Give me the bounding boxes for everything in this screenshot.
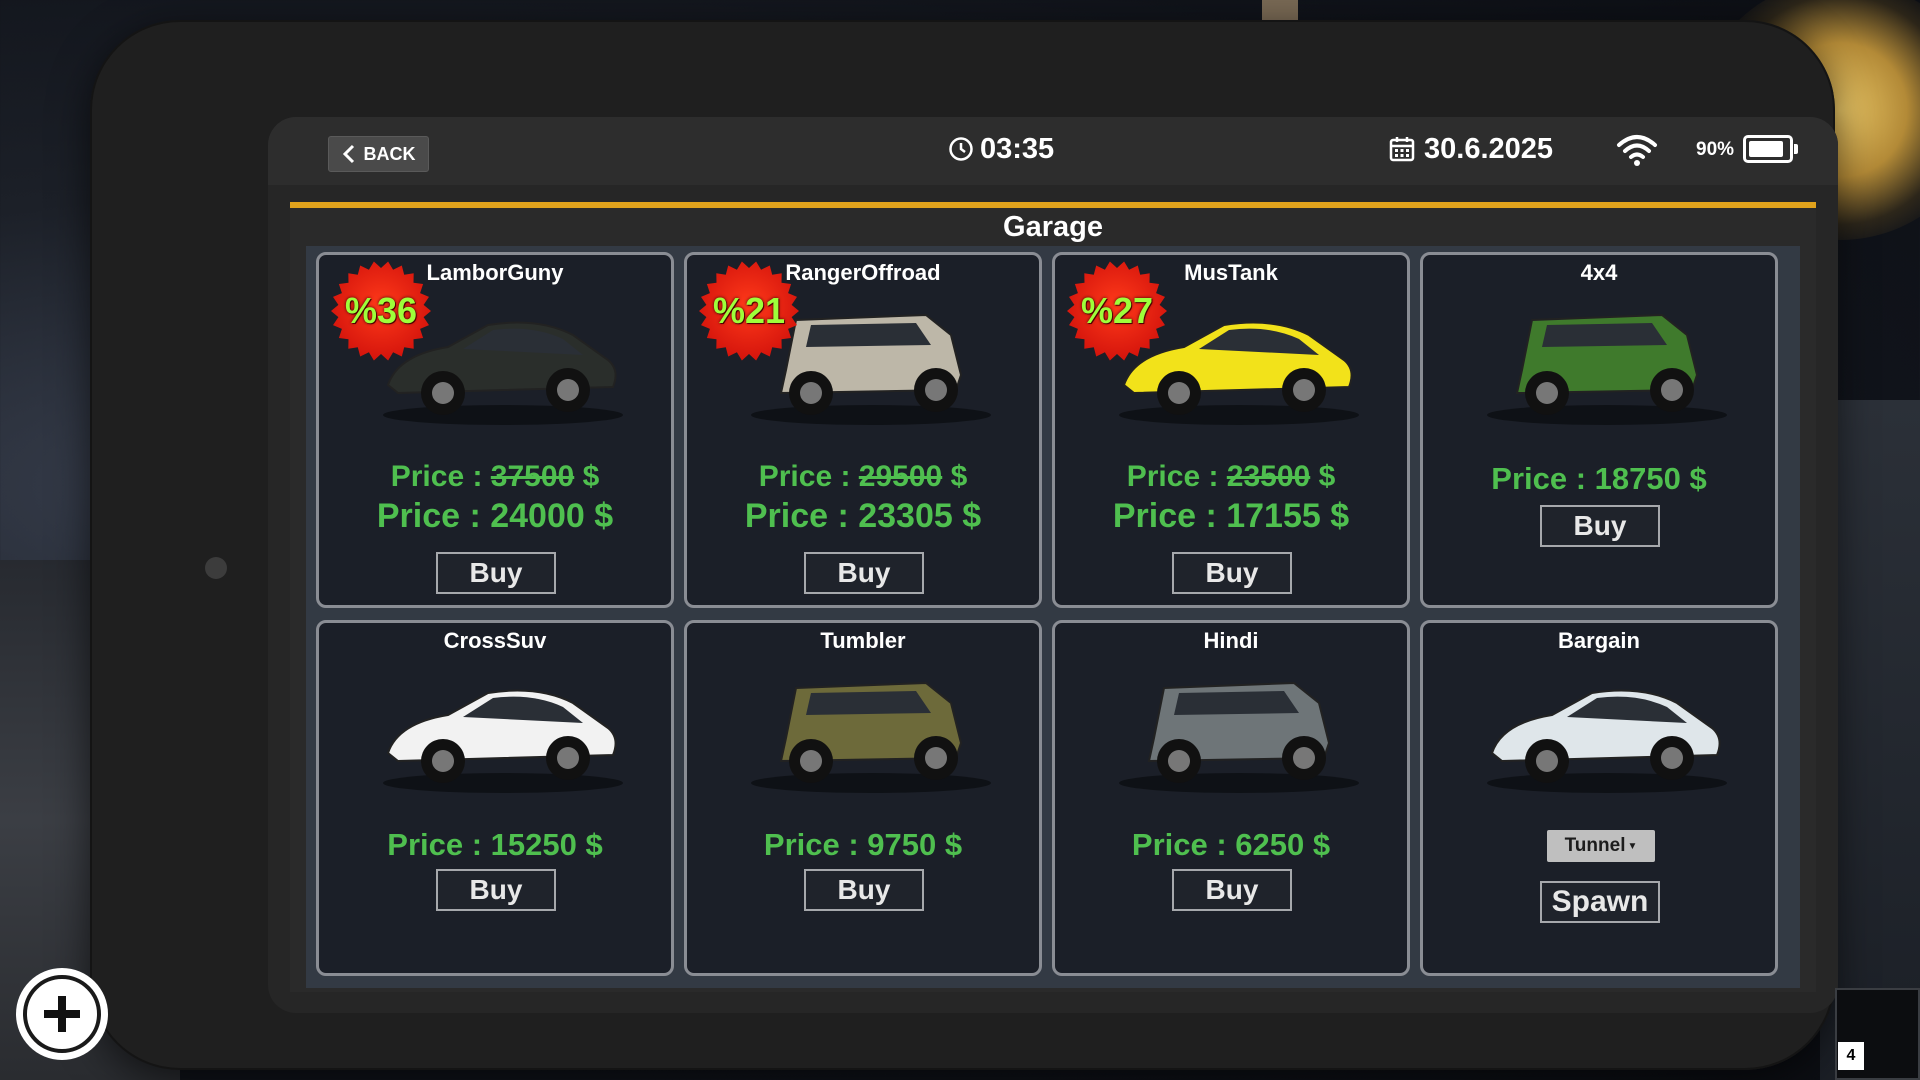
chevron-left-icon xyxy=(342,144,354,164)
tablet-device: BACK 03:35 30.6.2025 90% Garage LamborGu… xyxy=(90,20,1838,1070)
discounted-price: Price : 17155 $ xyxy=(1112,497,1350,535)
buy-button[interactable]: Buy xyxy=(436,552,556,594)
spawn-location-dropdown[interactable]: Tunnel ▼ xyxy=(1547,830,1655,862)
tablet-screen: BACK 03:35 30.6.2025 90% Garage LamborGu… xyxy=(268,117,1838,1013)
discount-badge: %36 xyxy=(329,259,433,363)
buy-button[interactable]: Buy xyxy=(1172,552,1292,594)
car-name: Tumbler xyxy=(820,628,906,653)
discount-text: %21 xyxy=(712,290,786,331)
car-card: CrossSuv Price : 15250 $ Buy xyxy=(316,620,674,976)
tablet-camera xyxy=(205,557,227,579)
back-button[interactable]: BACK xyxy=(328,136,429,172)
car-grid: LamborGuny %36 Price : 37500 $ Price : 240… xyxy=(306,246,1800,988)
price-value: 23305 xyxy=(858,497,953,535)
clock-icon xyxy=(949,137,973,161)
car-card: RangerOffroad %21 Price : 29500 $ Price : … xyxy=(684,252,1042,608)
car-card: 4x4 Price : 18750 $ Buy xyxy=(1420,252,1778,608)
crossover-suv-icon xyxy=(383,689,623,793)
battery-level-fill xyxy=(1749,141,1784,157)
price: Price : 18750 $ xyxy=(1491,461,1707,496)
spawn-location-value: Tunnel xyxy=(1564,835,1626,856)
price: Price : 9750 $ xyxy=(763,827,963,862)
car-card: Hindi Price : 6250 $ Buy xyxy=(1052,620,1410,976)
garage-title: Garage xyxy=(1003,211,1103,243)
buy-button[interactable]: Buy xyxy=(804,869,924,911)
car-card: LamborGuny %36 Price : 37500 $ Price : 240… xyxy=(316,252,674,608)
old-price-value: 29500 xyxy=(858,460,943,493)
discount-text: %36 xyxy=(344,290,418,331)
price: Price : 15250 $ xyxy=(387,827,603,862)
old-price-value: 37500 xyxy=(490,460,575,493)
price: Price : 6250 $ xyxy=(1131,827,1331,862)
add-button[interactable] xyxy=(16,968,108,1060)
discount-badge: %27 xyxy=(1065,259,1169,363)
status-bar: BACK 03:35 30.6.2025 90% xyxy=(268,117,1838,185)
old-price: Price : 37500 $ xyxy=(390,460,600,493)
battery-percent: 90% xyxy=(1696,139,1735,160)
plus-icon xyxy=(44,996,80,1032)
jeep-icon xyxy=(1487,313,1727,425)
date-display: 30.6.2025 xyxy=(1388,129,1553,169)
price-value: 18750 xyxy=(1594,461,1681,496)
spawn-button[interactable]: Spawn xyxy=(1540,881,1660,923)
calendar-icon xyxy=(1389,137,1415,162)
car-name: Bargain xyxy=(1558,628,1640,653)
armored-vehicle-icon xyxy=(1119,681,1359,793)
clock: 03:35 xyxy=(948,129,1054,169)
price-value: 24000 xyxy=(490,497,585,535)
old-price: Price : 29500 $ xyxy=(758,460,968,493)
garage-panel: Garage LamborGuny %36 Price : 37500 $ Pric… xyxy=(290,202,1816,992)
caret-down-icon: ▼ xyxy=(1627,840,1638,852)
buy-button[interactable]: Buy xyxy=(1540,505,1660,547)
buggy-icon xyxy=(751,681,991,793)
buy-button[interactable]: Buy xyxy=(804,552,924,594)
wifi-icon xyxy=(1617,135,1657,166)
price-value: 17155 xyxy=(1226,497,1321,535)
buy-button[interactable]: Buy xyxy=(1172,869,1292,911)
car-name: 4x4 xyxy=(1580,260,1618,285)
owned-car-card: Bargain Tunnel ▼ Spawn xyxy=(1420,620,1778,976)
buy-button[interactable]: Buy xyxy=(436,869,556,911)
hatchback-icon xyxy=(1487,689,1727,793)
corner-indicator: 4 xyxy=(1838,1042,1864,1070)
car-card: MusTank %27 Price : 23500 $ Price : 17155 … xyxy=(1052,252,1410,608)
back-button-label: BACK xyxy=(363,143,416,164)
clock-time: 03:35 xyxy=(980,132,1055,165)
old-price-value: 23500 xyxy=(1226,460,1311,493)
battery-icon xyxy=(1743,135,1798,163)
price-value: 9750 xyxy=(867,827,937,862)
discount-text: %27 xyxy=(1080,290,1154,331)
price-value: 15250 xyxy=(490,827,577,862)
date-text: 30.6.2025 xyxy=(1424,132,1554,165)
discounted-price: Price : 23305 $ xyxy=(744,497,982,535)
price-value: 6250 xyxy=(1235,827,1305,862)
car-name: Hindi xyxy=(1203,628,1259,653)
old-price: Price : 23500 $ xyxy=(1126,460,1336,493)
car-name: CrossSuv xyxy=(443,628,547,653)
discount-badge: %21 xyxy=(697,259,801,363)
car-card: Tumbler Price : 9750 $ Buy xyxy=(684,620,1042,976)
discounted-price: Price : 24000 $ xyxy=(376,497,614,535)
